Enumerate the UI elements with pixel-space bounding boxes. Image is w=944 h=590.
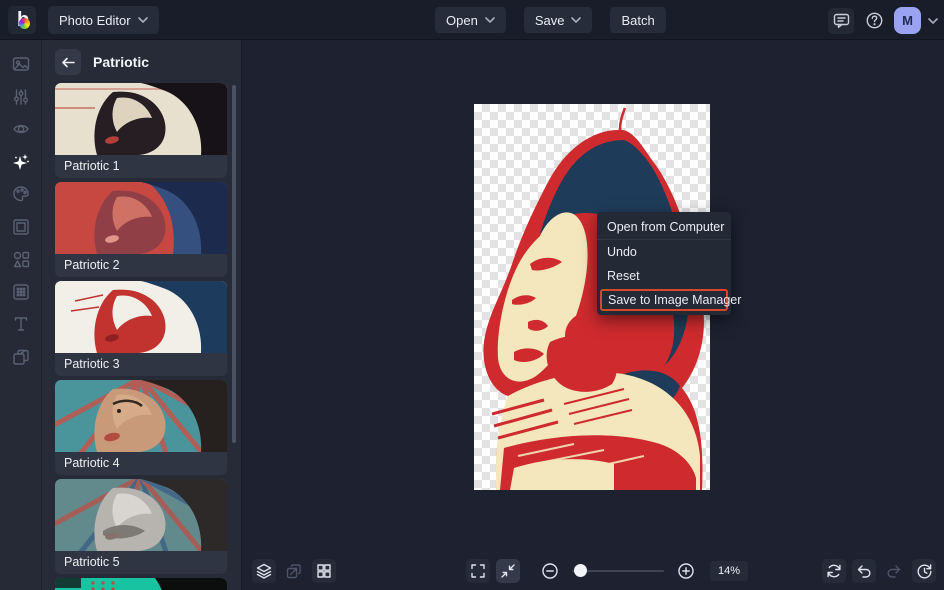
product-menu-label: Photo Editor <box>59 12 131 28</box>
menu-item-reset[interactable]: Reset <box>597 264 731 288</box>
effects-panel: Patriotic Patriotic 1 Patriotic 2 Patrio… <box>42 40 242 590</box>
effect-thumbnail <box>55 578 227 590</box>
save-button[interactable]: Save <box>523 7 593 33</box>
effect-thumbnail <box>55 281 227 353</box>
sidebar-item-textures[interactable] <box>0 276 42 309</box>
shapes-icon <box>13 252 29 268</box>
history-icon <box>917 564 932 579</box>
panel-title: Patriotic <box>93 54 150 70</box>
sidebar-item-artsy[interactable] <box>0 178 42 211</box>
menu-item-undo[interactable]: Undo <box>597 240 731 264</box>
context-menu: Open from Computer Undo Reset Save to Im… <box>597 212 741 315</box>
sidebar-item-text[interactable] <box>0 308 42 341</box>
panel-scrollbar[interactable] <box>232 85 236 443</box>
feedback-button[interactable] <box>828 7 854 34</box>
account-menu-chevron-icon[interactable] <box>928 17 938 24</box>
grid-icon <box>317 564 331 578</box>
sparkles-icon <box>12 153 29 170</box>
undo-button[interactable] <box>852 559 876 583</box>
effect-label: Patriotic 1 <box>64 159 120 173</box>
sidebar-item-graphics[interactable] <box>0 243 42 276</box>
compare-button[interactable] <box>282 559 306 583</box>
sidebar-item-adjustments[interactable] <box>0 81 42 114</box>
effect-thumbnail <box>55 182 227 254</box>
back-button[interactable] <box>55 49 81 75</box>
sidebar-item-frames[interactable] <box>0 211 42 244</box>
effect-card-patriotic-2[interactable]: Patriotic 2 <box>55 182 227 277</box>
chevron-down-icon <box>571 17 582 23</box>
zoom-level-display[interactable]: 14% <box>710 561 748 581</box>
compare-icon <box>286 564 301 579</box>
zoom-in-button[interactable] <box>674 559 698 583</box>
sidebar-item-touch-up[interactable] <box>0 113 42 146</box>
zoom-out-icon <box>542 563 558 579</box>
sidebar-item-layers[interactable] <box>0 341 42 374</box>
redo-icon <box>887 565 901 578</box>
zoom-slider-knob[interactable] <box>574 564 587 577</box>
fullscreen-icon <box>471 564 485 578</box>
effect-label: Patriotic 4 <box>64 456 120 470</box>
top-bar: b Photo Editor Open Save Batch <box>0 0 944 40</box>
zoom-out-button[interactable] <box>538 559 562 583</box>
fullscreen-button[interactable] <box>466 559 490 583</box>
texture-icon <box>12 284 29 300</box>
effect-card-patriotic-1[interactable]: Patriotic 1 <box>55 83 227 178</box>
layers-stack-icon <box>256 563 272 579</box>
chevron-down-icon <box>485 17 495 23</box>
canvas-workspace: Open from Computer Undo Reset Save to Im… <box>242 40 944 590</box>
chevron-down-icon <box>137 17 148 23</box>
zoom-in-icon <box>678 563 694 579</box>
befunky-logo[interactable]: b <box>8 6 36 34</box>
effect-card-patriotic-4[interactable]: Patriotic 4 <box>55 380 227 475</box>
layers-button[interactable] <box>252 559 276 583</box>
open-button[interactable]: Open <box>435 7 506 33</box>
redo-button[interactable] <box>882 559 906 583</box>
arrow-left-icon <box>61 57 75 67</box>
bottom-toolbar: 14% <box>242 552 944 590</box>
help-button[interactable] <box>861 8 887 34</box>
refresh-icon <box>827 564 841 578</box>
sidebar-item-effects[interactable] <box>0 146 42 179</box>
logo-color-wheel-icon <box>19 18 30 29</box>
help-icon <box>866 12 882 29</box>
grid-view-button[interactable] <box>312 559 336 583</box>
eye-icon <box>12 125 29 134</box>
effect-label: Patriotic 5 <box>64 555 120 569</box>
avatar[interactable]: M <box>894 7 921 34</box>
fit-to-screen-button[interactable] <box>496 559 520 583</box>
undo-icon <box>857 565 871 578</box>
text-icon <box>14 317 27 331</box>
panel-header: Patriotic <box>42 40 241 83</box>
effect-card-patriotic-3[interactable]: Patriotic 3 <box>55 281 227 376</box>
sidebar-item-photo[interactable] <box>0 48 42 81</box>
effect-card-patriotic-6[interactable] <box>55 578 227 590</box>
zoom-slider[interactable] <box>572 559 664 583</box>
photo-icon <box>12 57 29 71</box>
palette-icon <box>12 186 29 202</box>
top-actions: Open Save Batch <box>435 7 666 33</box>
tool-rail <box>0 40 42 590</box>
fit-screen-icon <box>501 564 515 578</box>
history-button[interactable] <box>912 559 936 583</box>
effect-thumbnail <box>55 479 227 551</box>
comment-icon <box>833 13 849 28</box>
effect-thumbnail <box>55 83 227 155</box>
menu-item-save-to-image-manager[interactable]: Save to Image Manager <box>600 289 741 311</box>
effect-thumbnail <box>55 380 227 452</box>
menu-item-open-from-computer[interactable]: Open from Computer <box>597 215 731 239</box>
effect-label: Patriotic 3 <box>64 357 120 371</box>
adjustments-icon <box>13 89 28 105</box>
effect-card-patriotic-5[interactable]: Patriotic 5 <box>55 479 227 574</box>
effect-label: Patriotic 2 <box>64 258 120 272</box>
batch-button[interactable]: Batch <box>610 7 666 33</box>
product-menu-button[interactable]: Photo Editor <box>48 6 159 34</box>
layers-icon <box>12 349 29 365</box>
frame-icon <box>12 219 29 235</box>
top-right-controls: M <box>828 7 938 34</box>
refresh-button[interactable] <box>822 559 846 583</box>
